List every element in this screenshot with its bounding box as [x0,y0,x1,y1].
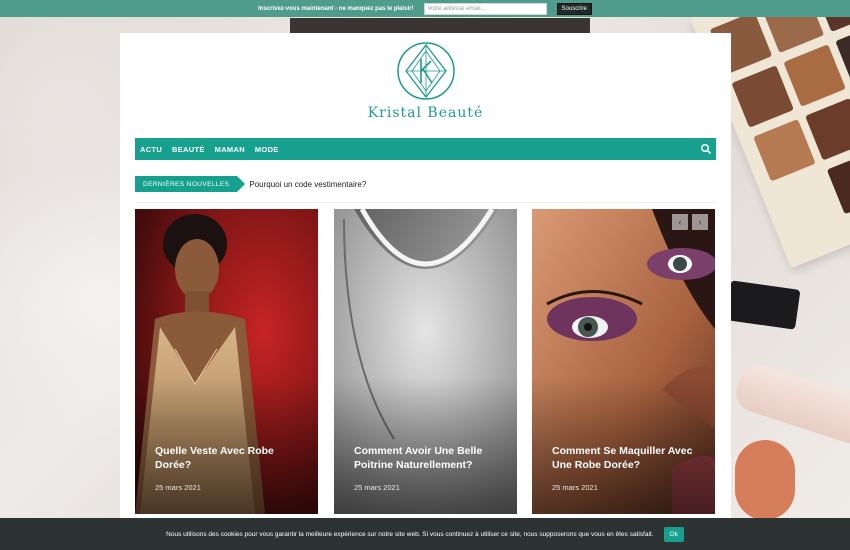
palette-swatch [731,65,794,128]
nav-item-maman[interactable]: MAMAN [210,145,250,154]
nav-item-actu[interactable]: ACTU [135,145,167,154]
main-nav: ACTU BEAUTÉ MAMAN MODE [135,138,716,160]
newsletter-text: Inscrivez-vous maintenant - ne manquez p… [258,5,414,12]
chevron-left-icon[interactable]: ‹ [672,214,688,230]
chevron-right-icon[interactable]: › [692,214,708,230]
card-title[interactable]: Comment Se Maquiller Avec Une Robe Dorée… [552,444,702,472]
subscribe-button[interactable]: Souscrire [556,2,592,15]
card-title[interactable]: Quelle Veste Avec Robe Dorée? [155,444,305,472]
card-title[interactable]: Comment Avoir Une Belle Poitrine Naturel… [354,444,504,472]
nav-item-mode[interactable]: MODE [250,145,284,154]
card-date: 25 mars 2021 [552,483,598,492]
latest-news-headline[interactable]: Pourquoi un code vestimentaire? [249,180,366,189]
palette-swatch [783,44,846,107]
nav-item-beaute[interactable]: BEAUTÉ [167,145,210,154]
background-laptop [290,18,590,34]
article-card-1[interactable]: Quelle Veste Avec Robe Dorée? 25 mars 20… [135,209,318,514]
background-mascara-cap [725,280,801,330]
diamond-logo-icon [396,42,455,100]
palette-swatch [826,151,850,215]
cookie-text: Nous utilisons des cookies pour vous gar… [166,530,654,538]
card-date: 25 mars 2021 [354,483,400,492]
latest-news-label: DERNIÈRES NOUVELLES [135,176,246,192]
article-card-2[interactable]: Comment Avoir Une Belle Poitrine Naturel… [334,209,517,514]
logo-text: Kristal Beauté [367,105,484,121]
cookie-banner: Nous utilisons des cookies pour vous gar… [0,518,850,550]
cookie-ok-button[interactable]: Ok [663,526,684,542]
site-logo[interactable]: Kristal Beauté [120,41,731,131]
palette-swatch [753,119,816,182]
background-mascara-tube [731,359,850,449]
newsletter-bar: Inscrivez-vous maintenant - ne manquez p… [0,0,850,17]
main-container: Kristal Beauté ACTU BEAUTÉ MAMAN MODE DE… [120,33,731,523]
palette-swatch [805,98,850,161]
article-card-3[interactable]: ‹ › Comment Se Maquiller Avec Une Robe D… [532,209,715,514]
newsletter-email-input[interactable] [423,2,547,15]
search-icon[interactable] [700,143,712,155]
card-date: 25 mars 2021 [155,483,201,492]
latest-news-ticker: DERNIÈRES NOUVELLES Pourquoi un code ves… [135,173,716,195]
divider [135,202,716,203]
background-compact [735,440,795,520]
